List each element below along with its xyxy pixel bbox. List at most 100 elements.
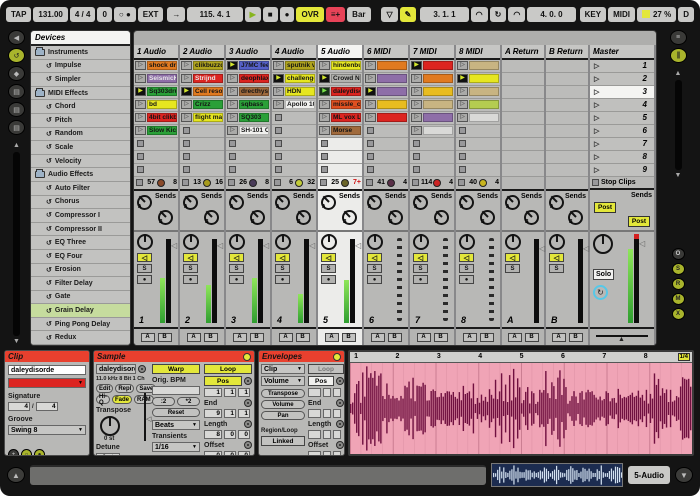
scene-launch-button[interactable]: ▷ <box>594 166 599 174</box>
track-header[interactable]: 1 Audio <box>134 45 178 60</box>
browser-item-scale[interactable]: ↺ Scale <box>31 141 130 155</box>
track-header[interactable]: B Return <box>546 45 588 60</box>
clip-playing-button[interactable]: ▶ <box>181 87 192 97</box>
clip-slot[interactable]: ▷ Morse <box>318 124 362 138</box>
set-offset-button[interactable] <box>244 441 252 449</box>
send-a-knob[interactable]: A <box>137 194 152 210</box>
browser-item-redux[interactable]: ↺ Redux <box>31 331 130 345</box>
hide-clip-view-button[interactable]: ▼ <box>675 467 693 483</box>
crossfade-b-button[interactable]: B <box>341 332 356 342</box>
fader-handle[interactable]: ◁ <box>171 241 177 250</box>
arm-button[interactable]: ● <box>183 275 198 285</box>
punch-out-button[interactable]: ◠ <box>508 6 526 22</box>
browser-item-velocity[interactable]: ↺ Velocity <box>31 154 130 169</box>
clip-play-button[interactable]: ▷ <box>319 100 330 110</box>
env-pos-bars-field[interactable] <box>308 388 321 397</box>
clip-slot[interactable] <box>318 137 362 151</box>
crossfade-a-button[interactable]: A <box>416 332 431 342</box>
crossfader-track[interactable]: ▲ <box>596 335 648 343</box>
punch-in-button[interactable]: ◠ <box>470 6 488 22</box>
clip-slot[interactable]: ▷ <box>364 72 408 86</box>
hiq-button[interactable]: Hi-Q <box>96 394 110 406</box>
env-pos-16ths-field[interactable] <box>333 388 341 397</box>
volume-fader[interactable]: ◁ <box>159 234 177 325</box>
clip-slot[interactable]: ▶Crowd Noi <box>318 72 362 86</box>
clip-slot[interactable] <box>456 137 500 151</box>
clip-slot[interactable]: ▷ <box>456 59 500 73</box>
pan-knob[interactable] <box>137 234 153 251</box>
crossfade-b-button[interactable]: B <box>568 332 583 342</box>
clip-stop-button[interactable] <box>229 166 236 174</box>
quick-transpose-button[interactable]: Transpose <box>261 389 305 398</box>
browser-item-instruments[interactable]: Instruments <box>31 46 130 60</box>
track-stop-button[interactable] <box>458 179 465 187</box>
show-io-button[interactable]: O <box>671 248 685 260</box>
clip-play-button[interactable]: ▷ <box>365 74 376 84</box>
clip-slot[interactable]: ▷ <box>410 111 454 125</box>
browser-item-midi-effects[interactable]: MIDI Effects <box>31 86 130 101</box>
orig-bpm-field[interactable] <box>152 386 200 395</box>
clip-stop-button[interactable] <box>183 127 190 135</box>
loop-pos-bars-field[interactable]: 1 <box>204 388 222 397</box>
clip-slot[interactable]: ▷deophlax1 <box>226 72 270 86</box>
track-stop-button[interactable] <box>412 179 419 187</box>
clip-stop-button[interactable] <box>183 166 190 174</box>
clip-slot[interactable]: ▷ <box>410 124 454 138</box>
clip-slot[interactable]: ▶daleydisor <box>318 85 362 99</box>
clip-stop-button[interactable] <box>413 166 420 174</box>
env-pos-button[interactable]: Pos <box>308 376 334 386</box>
track-header[interactable]: 4 Audio <box>272 45 316 60</box>
clip-play-button[interactable]: ▷ <box>181 61 192 71</box>
env-pos-beats-field[interactable] <box>323 388 331 397</box>
clip-slot[interactable]: ▷ sqbass <box>226 98 270 112</box>
clip-slot[interactable] <box>272 150 316 164</box>
send-a-knob[interactable]: A <box>183 194 198 210</box>
clip-play-button[interactable]: ▷ <box>411 87 422 97</box>
scene-6[interactable]: ▷ 6 <box>590 124 654 138</box>
crossfade-a-button[interactable]: A <box>507 332 522 342</box>
scene-1[interactable]: ▷ 1 <box>590 59 654 73</box>
arm-button[interactable]: ● <box>413 275 428 285</box>
arrangement-position-field[interactable]: 115. 4. 1 <box>187 6 243 22</box>
clip-stop-button[interactable] <box>275 127 282 135</box>
stop-button[interactable]: ■ <box>262 6 278 22</box>
browser-scrollbar[interactable]: ▲ ▼ <box>12 142 21 346</box>
clip-playing-button[interactable]: ▶ <box>365 87 376 97</box>
clip-stop-button[interactable] <box>459 140 466 148</box>
fader-handle[interactable]: ◁ <box>217 241 223 250</box>
track-activator-button[interactable]: ◁ <box>229 253 244 263</box>
env-end-bars-field[interactable] <box>308 409 321 418</box>
clip-slot[interactable] <box>226 163 270 177</box>
send-b-knob[interactable]: B <box>434 209 449 225</box>
sample-volume-slider[interactable]: ◁ <box>140 393 151 441</box>
clip-slot[interactable] <box>272 111 316 125</box>
send-a-knob[interactable]: A <box>321 194 336 210</box>
clip-slot[interactable] <box>226 150 270 164</box>
clip-slot[interactable] <box>456 163 500 177</box>
send-a-knob[interactable]: A <box>549 194 564 210</box>
show-sample-box-button[interactable]: ○ <box>21 449 32 455</box>
scene-7[interactable]: ▷ 7 <box>590 137 654 151</box>
clip-play-button[interactable]: ▷ <box>365 100 376 110</box>
track-header[interactable]: 5 Audio <box>318 45 362 60</box>
signature-denominator-field[interactable]: 4 <box>35 402 58 411</box>
clip-stop-button[interactable] <box>413 153 420 161</box>
clip-slot[interactable]: ▷ Crizz <box>180 98 224 112</box>
browser-item-simpler[interactable]: ↺ Simpler <box>31 73 130 87</box>
clip-stop-button[interactable] <box>367 166 374 174</box>
track-stop-button[interactable] <box>182 179 189 187</box>
clip-play-button[interactable]: ▷ <box>273 87 284 97</box>
show-sends-button[interactable]: S <box>671 263 685 275</box>
set-pos-button[interactable] <box>244 377 252 385</box>
clip-play-button[interactable]: ▷ <box>411 74 422 84</box>
edit-sample-button[interactable]: Edit <box>96 384 114 393</box>
track-activator-button[interactable]: ◁ <box>137 253 152 263</box>
env-offset-beats-field[interactable] <box>323 451 331 455</box>
show-launch-box-button[interactable]: + <box>8 449 19 455</box>
clip-slot[interactable]: ▷4bit clikbu <box>134 111 178 125</box>
clip-stop-button[interactable] <box>275 153 282 161</box>
crossfader-slider[interactable]: ▲ <box>590 329 654 345</box>
clip-playing-button[interactable]: ▶ <box>457 74 468 84</box>
clip-stop-button[interactable] <box>229 153 236 161</box>
scene-launch-button[interactable]: ▷ <box>594 62 599 70</box>
